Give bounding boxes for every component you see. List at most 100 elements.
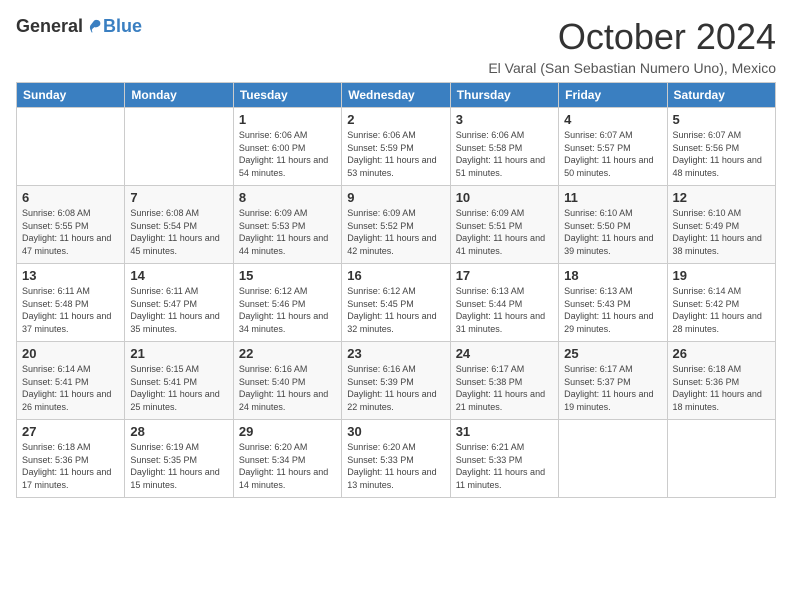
calendar-day-cell: 1 Sunrise: 6:06 AMSunset: 6:00 PMDaylight…: [233, 108, 341, 186]
day-info: Sunrise: 6:20 AMSunset: 5:34 PMDaylight:…: [239, 441, 336, 491]
calendar-day-cell: 25 Sunrise: 6:17 AMSunset: 5:37 PMDayligh…: [559, 342, 667, 420]
day-info: Sunrise: 6:09 AMSunset: 5:51 PMDaylight:…: [456, 207, 553, 257]
day-info: Sunrise: 6:16 AMSunset: 5:39 PMDaylight:…: [347, 363, 444, 413]
logo: General Blue: [16, 16, 142, 37]
day-info: Sunrise: 6:08 AMSunset: 5:54 PMDaylight:…: [130, 207, 227, 257]
calendar-day-cell: 30 Sunrise: 6:20 AMSunset: 5:33 PMDayligh…: [342, 420, 450, 498]
calendar-day-cell: 22 Sunrise: 6:16 AMSunset: 5:40 PMDayligh…: [233, 342, 341, 420]
day-info: Sunrise: 6:11 AMSunset: 5:47 PMDaylight:…: [130, 285, 227, 335]
day-info: Sunrise: 6:17 AMSunset: 5:38 PMDaylight:…: [456, 363, 553, 413]
day-info: Sunrise: 6:12 AMSunset: 5:46 PMDaylight:…: [239, 285, 336, 335]
day-info: Sunrise: 6:06 AMSunset: 6:00 PMDaylight:…: [239, 129, 336, 179]
day-number: 21: [130, 346, 227, 361]
calendar-day-cell: 24 Sunrise: 6:17 AMSunset: 5:38 PMDayligh…: [450, 342, 558, 420]
day-info: Sunrise: 6:11 AMSunset: 5:48 PMDaylight:…: [22, 285, 119, 335]
day-info: Sunrise: 6:09 AMSunset: 5:53 PMDaylight:…: [239, 207, 336, 257]
calendar-table: SundayMondayTuesdayWednesdayThursdayFrid…: [16, 82, 776, 498]
logo-bird-icon: [85, 18, 103, 36]
day-number: 30: [347, 424, 444, 439]
weekday-header-thursday: Thursday: [450, 83, 558, 108]
calendar-day-cell: 19Sunrise: 6:14 AMSunset: 5:42 PMDayligh…: [667, 264, 775, 342]
calendar-day-cell: 12 Sunrise: 6:10 AMSunset: 5:49 PMDayligh…: [667, 186, 775, 264]
day-info: Sunrise: 6:16 AMSunset: 5:40 PMDaylight:…: [239, 363, 336, 413]
day-number: 11: [564, 190, 661, 205]
calendar-day-cell: 27 Sunrise: 6:18 AMSunset: 5:36 PMDayligh…: [17, 420, 125, 498]
day-number: 18: [564, 268, 661, 283]
day-info: Sunrise: 6:09 AMSunset: 5:52 PMDaylight:…: [347, 207, 444, 257]
day-number: 27: [22, 424, 119, 439]
day-number: 26: [673, 346, 770, 361]
weekday-header-monday: Monday: [125, 83, 233, 108]
day-number: 28: [130, 424, 227, 439]
day-number: 13: [22, 268, 119, 283]
weekday-header-saturday: Saturday: [667, 83, 775, 108]
calendar-header-row: SundayMondayTuesdayWednesdayThursdayFrid…: [17, 83, 776, 108]
calendar-week-row: 20 Sunrise: 6:14 AMSunset: 5:41 PMDayligh…: [17, 342, 776, 420]
day-info: Sunrise: 6:18 AMSunset: 5:36 PMDaylight:…: [22, 441, 119, 491]
calendar-day-cell: 2 Sunrise: 6:06 AMSunset: 5:59 PMDaylight…: [342, 108, 450, 186]
calendar-day-cell: 11 Sunrise: 6:10 AMSunset: 5:50 PMDayligh…: [559, 186, 667, 264]
day-number: 12: [673, 190, 770, 205]
calendar-day-cell: 4Sunrise: 6:07 AMSunset: 5:57 PMDaylight…: [559, 108, 667, 186]
day-number: 7: [130, 190, 227, 205]
day-info: Sunrise: 6:21 AMSunset: 5:33 PMDaylight:…: [456, 441, 553, 491]
calendar-week-row: 13 Sunrise: 6:11 AMSunset: 5:48 PMDayligh…: [17, 264, 776, 342]
weekday-header-wednesday: Wednesday: [342, 83, 450, 108]
empty-cell: [559, 420, 667, 498]
calendar-day-cell: 9 Sunrise: 6:09 AMSunset: 5:52 PMDaylight…: [342, 186, 450, 264]
calendar-day-cell: 20 Sunrise: 6:14 AMSunset: 5:41 PMDayligh…: [17, 342, 125, 420]
day-info: Sunrise: 6:06 AMSunset: 5:59 PMDaylight:…: [347, 129, 444, 179]
day-number: 24: [456, 346, 553, 361]
calendar-week-row: 27 Sunrise: 6:18 AMSunset: 5:36 PMDayligh…: [17, 420, 776, 498]
calendar-day-cell: 10 Sunrise: 6:09 AMSunset: 5:51 PMDayligh…: [450, 186, 558, 264]
day-number: 31: [456, 424, 553, 439]
calendar-day-cell: 29 Sunrise: 6:20 AMSunset: 5:34 PMDayligh…: [233, 420, 341, 498]
day-info: Sunrise: 6:19 AMSunset: 5:35 PMDaylight:…: [130, 441, 227, 491]
day-number: 8: [239, 190, 336, 205]
day-number: 22: [239, 346, 336, 361]
day-number: 20: [22, 346, 119, 361]
calendar-day-cell: 31 Sunrise: 6:21 AMSunset: 5:33 PMDayligh…: [450, 420, 558, 498]
day-info: Sunrise: 6:12 AMSunset: 5:45 PMDaylight:…: [347, 285, 444, 335]
weekday-header-friday: Friday: [559, 83, 667, 108]
day-info: Sunrise: 6:14 AMSunset: 5:41 PMDaylight:…: [22, 363, 119, 413]
day-number: 29: [239, 424, 336, 439]
calendar-day-cell: 28 Sunrise: 6:19 AMSunset: 5:35 PMDayligh…: [125, 420, 233, 498]
day-number: 9: [347, 190, 444, 205]
calendar-day-cell: 8 Sunrise: 6:09 AMSunset: 5:53 PMDaylight…: [233, 186, 341, 264]
title-section: October 2024 El Varal (San Sebastian Num…: [488, 16, 776, 76]
calendar-day-cell: 16 Sunrise: 6:12 AMSunset: 5:45 PMDayligh…: [342, 264, 450, 342]
calendar-day-cell: 21Sunrise: 6:15 AMSunset: 5:41 PMDayligh…: [125, 342, 233, 420]
day-info: Sunrise: 6:13 AMSunset: 5:43 PMDaylight:…: [564, 285, 661, 335]
day-number: 2: [347, 112, 444, 127]
calendar-day-cell: 14Sunrise: 6:11 AMSunset: 5:47 PMDayligh…: [125, 264, 233, 342]
location-title: El Varal (San Sebastian Numero Uno), Mex…: [488, 60, 776, 76]
page-header: General Blue October 2024 El Varal (San …: [16, 16, 776, 76]
day-info: Sunrise: 6:13 AMSunset: 5:44 PMDaylight:…: [456, 285, 553, 335]
weekday-header-sunday: Sunday: [17, 83, 125, 108]
day-info: Sunrise: 6:17 AMSunset: 5:37 PMDaylight:…: [564, 363, 661, 413]
logo-blue-text: Blue: [103, 16, 142, 37]
month-title: October 2024: [488, 16, 776, 58]
day-number: 25: [564, 346, 661, 361]
day-number: 4: [564, 112, 661, 127]
calendar-day-cell: 17Sunrise: 6:13 AMSunset: 5:44 PMDayligh…: [450, 264, 558, 342]
day-info: Sunrise: 6:10 AMSunset: 5:50 PMDaylight:…: [564, 207, 661, 257]
day-info: Sunrise: 6:07 AMSunset: 5:56 PMDaylight:…: [673, 129, 770, 179]
day-number: 5: [673, 112, 770, 127]
day-info: Sunrise: 6:20 AMSunset: 5:33 PMDaylight:…: [347, 441, 444, 491]
calendar-day-cell: 5 Sunrise: 6:07 AMSunset: 5:56 PMDaylight…: [667, 108, 775, 186]
empty-cell: [125, 108, 233, 186]
day-info: Sunrise: 6:10 AMSunset: 5:49 PMDaylight:…: [673, 207, 770, 257]
day-number: 1: [239, 112, 336, 127]
logo-general-text: General: [16, 16, 83, 37]
calendar-day-cell: 7 Sunrise: 6:08 AMSunset: 5:54 PMDaylight…: [125, 186, 233, 264]
day-number: 16: [347, 268, 444, 283]
calendar-week-row: 1 Sunrise: 6:06 AMSunset: 6:00 PMDaylight…: [17, 108, 776, 186]
day-number: 10: [456, 190, 553, 205]
day-info: Sunrise: 6:06 AMSunset: 5:58 PMDaylight:…: [456, 129, 553, 179]
calendar-day-cell: 23Sunrise: 6:16 AMSunset: 5:39 PMDayligh…: [342, 342, 450, 420]
calendar-day-cell: 18 Sunrise: 6:13 AMSunset: 5:43 PMDayligh…: [559, 264, 667, 342]
empty-cell: [17, 108, 125, 186]
weekday-header-tuesday: Tuesday: [233, 83, 341, 108]
